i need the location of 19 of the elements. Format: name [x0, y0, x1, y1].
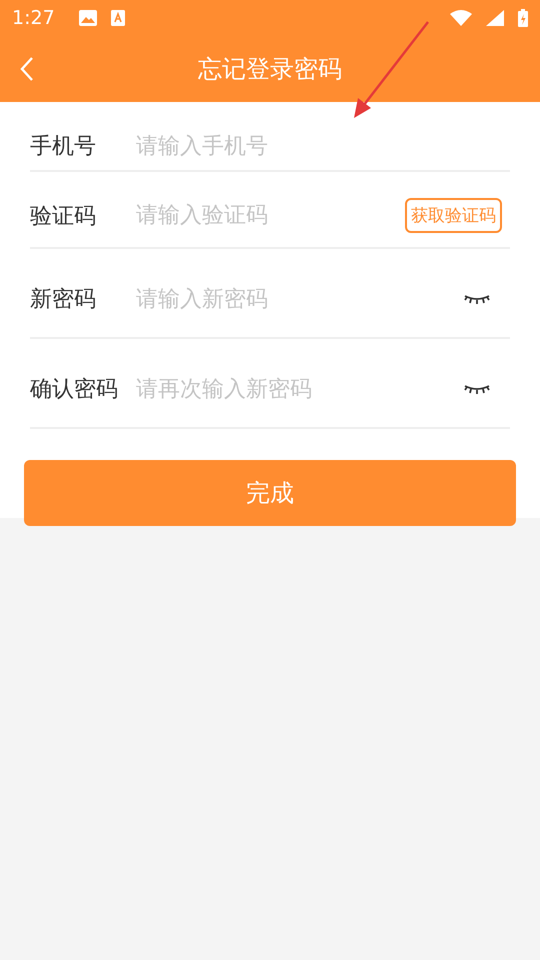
wifi-icon: [450, 10, 472, 26]
input-field[interactable]: 请输入验证码: [136, 203, 405, 228]
field-label: 手机号: [30, 133, 97, 161]
submit-button[interactable]: 完成: [24, 460, 516, 526]
field-label: 新密码: [30, 286, 97, 314]
signal-icon: [486, 10, 504, 26]
get-code-button[interactable]: 获取验证码: [405, 198, 502, 233]
page-title: 忘记登录密码: [198, 54, 342, 85]
input-field[interactable]: 请再次输入新密码: [136, 376, 464, 402]
status-time: 1:27: [12, 7, 55, 29]
eye-closed-icon[interactable]: [464, 384, 490, 394]
eye-closed-icon[interactable]: [464, 294, 490, 304]
app-notification-icon: [110, 10, 125, 26]
field-label: 确认密码: [30, 376, 119, 404]
input-field[interactable]: 请输入手机号: [136, 134, 510, 158]
image-icon: [78, 10, 97, 26]
input-field[interactable]: 请输入新密码: [136, 286, 464, 312]
battery-icon: [518, 9, 528, 27]
field-label: 验证码: [30, 202, 97, 230]
